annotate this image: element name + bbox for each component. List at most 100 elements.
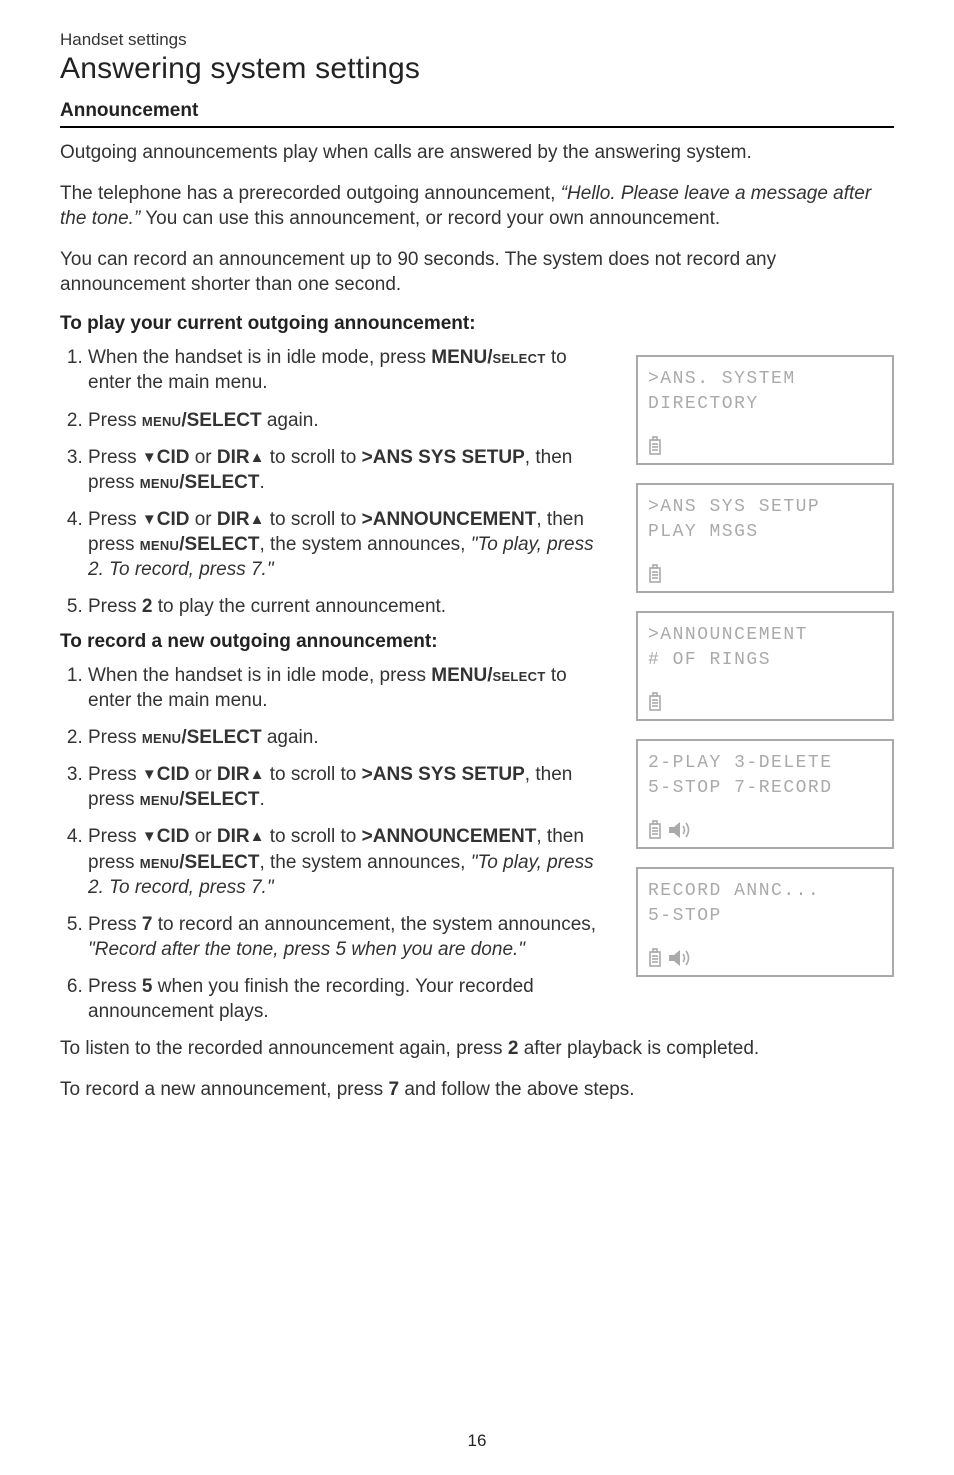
record-step-3: Press ▼CID or DIR▲ to scroll to >ANS SYS… bbox=[88, 762, 610, 812]
screen-line-2: 5-STOP bbox=[648, 904, 882, 928]
battery-icon bbox=[648, 948, 662, 968]
screen-line-2: PLAY MSGS bbox=[648, 520, 882, 544]
key-dir: DIR bbox=[217, 826, 250, 847]
record-steps-list: When the handset is in idle mode, press … bbox=[60, 663, 610, 1024]
key-7: 7 bbox=[142, 914, 153, 935]
key-menu: MENU/select bbox=[431, 665, 545, 686]
text: to scroll to bbox=[265, 764, 362, 785]
key-menu: menu/SELECT bbox=[140, 534, 260, 555]
handset-screen-ans-system: >ANS. SYSTEM DIRECTORY bbox=[636, 355, 894, 465]
screen-line-2: DIRECTORY bbox=[648, 392, 882, 416]
text: and follow the above steps. bbox=[399, 1079, 635, 1100]
record-step-1: When the handset is in idle mode, press … bbox=[88, 663, 610, 713]
play-step-2: Press menu/SELECT again. bbox=[88, 408, 610, 433]
key-menu: menu/SELECT bbox=[140, 789, 260, 810]
text: Press bbox=[88, 764, 142, 785]
text: Press bbox=[88, 596, 142, 617]
key-dir: DIR bbox=[217, 509, 250, 530]
key-2: 2 bbox=[142, 596, 153, 617]
record-step-4: Press ▼CID or DIR▲ to scroll to >ANNOUNC… bbox=[88, 824, 610, 899]
up-triangle-icon: ▲ bbox=[250, 827, 265, 847]
key-5: 5 bbox=[142, 976, 153, 997]
section-heading-announcement: Announcement bbox=[60, 100, 894, 122]
text: To listen to the recorded announcement a… bbox=[60, 1038, 508, 1059]
text: Press bbox=[88, 727, 142, 748]
text: To record a new announcement, press bbox=[60, 1079, 388, 1100]
key-menu: MENU/select bbox=[431, 347, 545, 368]
menu-item-ans-setup: >ANS SYS SETUP bbox=[362, 447, 525, 468]
key-dir: DIR bbox=[217, 764, 250, 785]
text: after playback is completed. bbox=[518, 1038, 759, 1059]
text: to scroll to bbox=[265, 509, 362, 530]
play-step-1: When the handset is in idle mode, press … bbox=[88, 345, 610, 395]
record-step-6: Press 5 when you finish the recording. Y… bbox=[88, 974, 610, 1024]
key-2: 2 bbox=[508, 1038, 519, 1059]
text: Press bbox=[88, 826, 142, 847]
up-triangle-icon: ▲ bbox=[250, 448, 265, 468]
text: again. bbox=[262, 727, 319, 748]
footer-para-1: To listen to the recorded announcement a… bbox=[60, 1036, 894, 1061]
key-menu: menu/SELECT bbox=[142, 410, 262, 431]
speaker-icon bbox=[668, 948, 694, 968]
down-triangle-icon: ▼ bbox=[142, 448, 157, 468]
screen-line-2: # OF RINGS bbox=[648, 648, 882, 672]
subheading-play: To play your current outgoing announceme… bbox=[60, 313, 894, 335]
text: Press bbox=[88, 410, 142, 431]
text: Press bbox=[88, 976, 142, 997]
text: When the handset is in idle mode, press bbox=[88, 665, 431, 686]
play-steps-list: When the handset is in idle mode, press … bbox=[60, 345, 610, 619]
up-triangle-icon: ▲ bbox=[250, 765, 265, 785]
text: , the system announces, bbox=[259, 534, 470, 555]
menu-item-ans-setup: >ANS SYS SETUP bbox=[362, 764, 525, 785]
up-triangle-icon: ▲ bbox=[250, 510, 265, 530]
screen-line-1: >ANNOUNCEMENT bbox=[648, 623, 882, 647]
screen-line-1: 2-PLAY 3-DELETE bbox=[648, 751, 882, 775]
handset-screen-play-options: 2-PLAY 3-DELETE 5-STOP 7-RECORD bbox=[636, 739, 894, 849]
key-menu: menu/SELECT bbox=[142, 727, 262, 748]
handset-screen-ans-setup: >ANS SYS SETUP PLAY MSGS bbox=[636, 483, 894, 593]
page-title: Answering system settings bbox=[60, 52, 894, 86]
down-triangle-icon: ▼ bbox=[142, 827, 157, 847]
text: . bbox=[259, 789, 264, 810]
battery-icon bbox=[648, 436, 662, 456]
text: or bbox=[189, 447, 216, 468]
battery-icon bbox=[648, 820, 662, 840]
para-intro-2: The telephone has a prerecorded outgoing… bbox=[60, 181, 894, 231]
text: . bbox=[259, 472, 264, 493]
record-step-5: Press 7 to record an announcement, the s… bbox=[88, 912, 610, 962]
handset-screen-announcement: >ANNOUNCEMENT # OF RINGS bbox=[636, 611, 894, 721]
page-number: 16 bbox=[0, 1431, 954, 1451]
footer-para-2: To record a new announcement, press 7 an… bbox=[60, 1077, 894, 1102]
text: when you finish the recording. Your reco… bbox=[88, 976, 534, 1022]
para-intro-3: You can record an announcement up to 90 … bbox=[60, 247, 894, 297]
screen-line-2: 5-STOP 7-RECORD bbox=[648, 776, 882, 800]
text: to record an announcement, the system an… bbox=[152, 914, 596, 935]
text: When the handset is in idle mode, press bbox=[88, 347, 431, 368]
record-step-2: Press menu/SELECT again. bbox=[88, 725, 610, 750]
speaker-icon bbox=[668, 820, 694, 840]
battery-icon bbox=[648, 692, 662, 712]
text: to scroll to bbox=[265, 826, 362, 847]
para-intro-1: Outgoing announcements play when calls a… bbox=[60, 140, 894, 165]
text: Press bbox=[88, 914, 142, 935]
handset-screen-record-annc: RECORD ANNC... 5-STOP bbox=[636, 867, 894, 977]
para-intro-2b: You can use this announcement, or record… bbox=[140, 208, 720, 229]
subheading-record: To record a new outgoing announcement: bbox=[60, 631, 610, 653]
screen-line-1: >ANS SYS SETUP bbox=[648, 495, 882, 519]
breadcrumb: Handset settings bbox=[60, 30, 894, 50]
key-cid: CID bbox=[157, 447, 190, 468]
para-intro-2a: The telephone has a prerecorded outgoing… bbox=[60, 183, 561, 204]
text: to scroll to bbox=[265, 447, 362, 468]
key-cid: CID bbox=[157, 826, 190, 847]
text: or bbox=[189, 764, 216, 785]
text: or bbox=[189, 509, 216, 530]
key-menu: menu/SELECT bbox=[140, 852, 260, 873]
text: Press bbox=[88, 509, 142, 530]
key-cid: CID bbox=[157, 509, 190, 530]
down-triangle-icon: ▼ bbox=[142, 510, 157, 530]
text: to play the current announcement. bbox=[152, 596, 446, 617]
key-menu: menu/SELECT bbox=[140, 472, 260, 493]
screen-line-1: >ANS. SYSTEM bbox=[648, 367, 882, 391]
text: or bbox=[189, 826, 216, 847]
text: , the system announces, bbox=[259, 852, 470, 873]
